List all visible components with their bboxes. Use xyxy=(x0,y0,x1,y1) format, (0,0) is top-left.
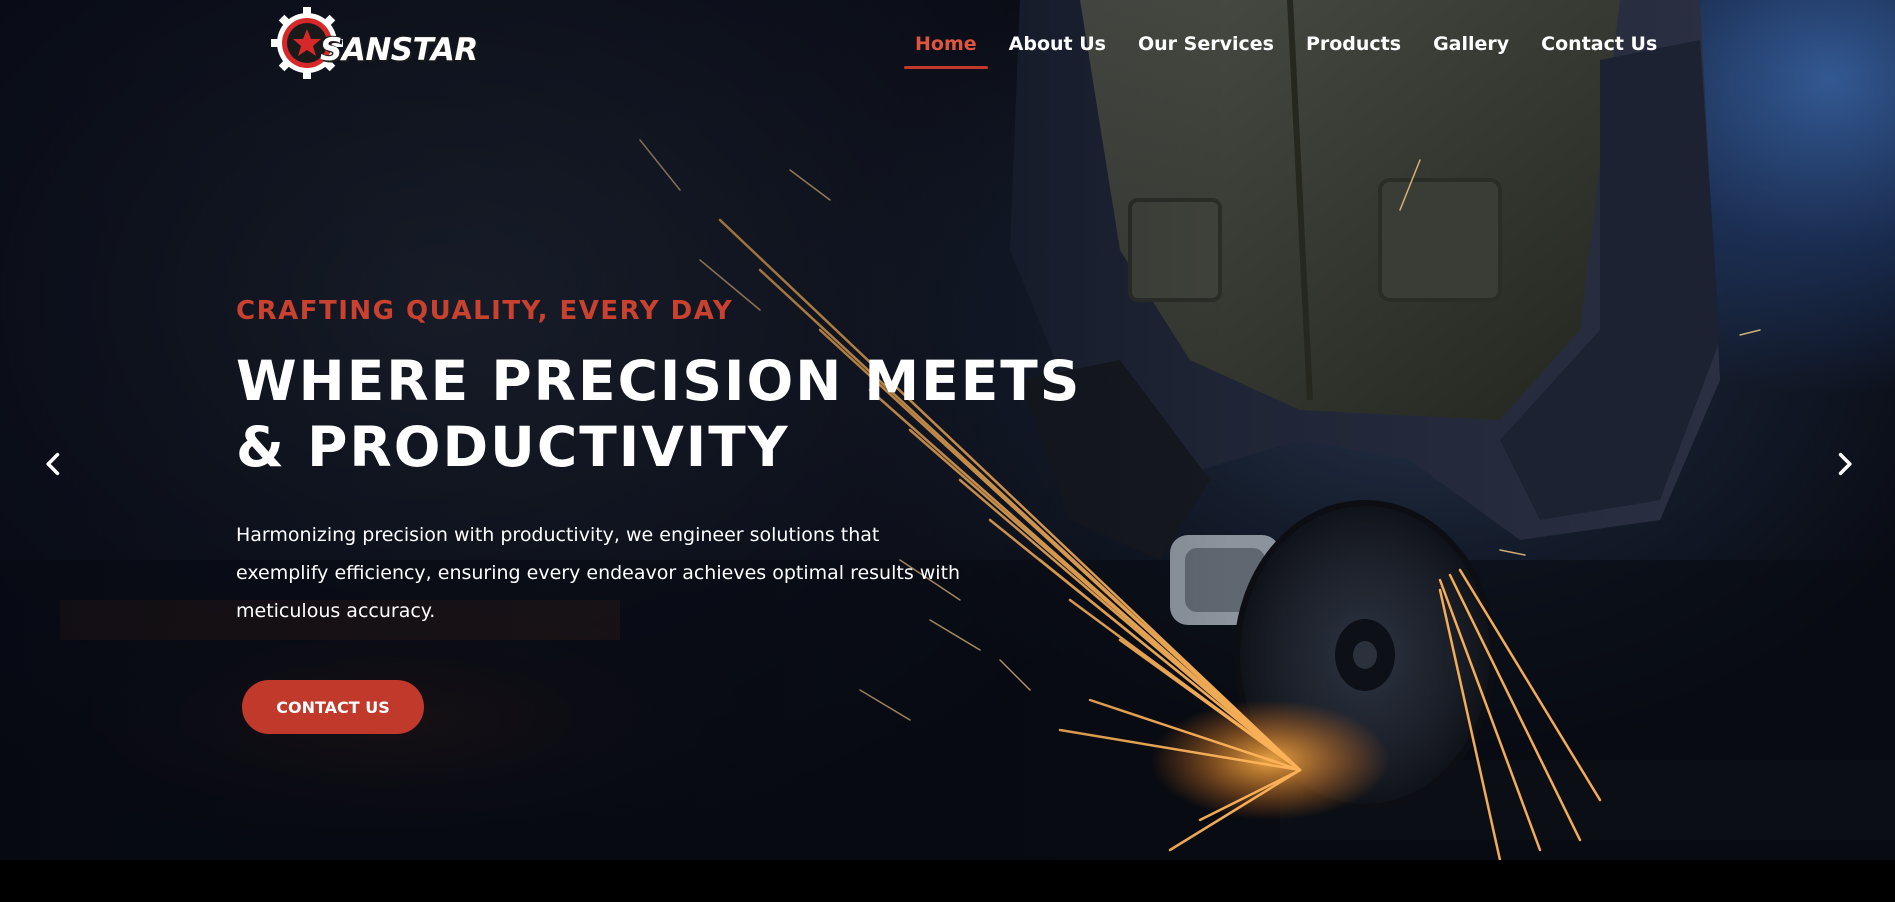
slider-prev-button[interactable] xyxy=(34,444,74,484)
hero-headline-line-1: WHERE PRECISION MEETS xyxy=(236,349,1082,413)
hero-eyebrow: CRAFTING QUALITY, EVERY DAY xyxy=(236,296,734,326)
nav-item-home[interactable]: Home xyxy=(904,30,988,69)
brand-logo[interactable]: SANSTAR xyxy=(270,4,490,82)
hero-description: Harmonizing precision with productivity,… xyxy=(236,524,961,622)
hero-headline-line-2: & PRODUCTIVITY xyxy=(236,415,790,479)
nav-item-about-us[interactable]: About Us xyxy=(998,30,1117,67)
chevron-left-icon xyxy=(46,452,60,476)
hero-headline: WHERE PRECISION MEETS & PRODUCTIVITY xyxy=(236,348,1082,480)
main-nav: Home About Us Our Services Products Gall… xyxy=(904,30,1678,69)
brand-name: SANSTAR xyxy=(320,31,478,68)
hero-slider: SANSTAR Home About Us Our Services Produ… xyxy=(0,0,1895,860)
nav-item-gallery[interactable]: Gallery xyxy=(1422,30,1520,67)
page: SANSTAR Home About Us Our Services Produ… xyxy=(0,0,1895,902)
nav-item-our-services[interactable]: Our Services xyxy=(1127,30,1285,67)
contact-us-button[interactable]: CONTACT US xyxy=(242,680,424,734)
section-divider xyxy=(0,860,1895,902)
nav-item-products[interactable]: Products xyxy=(1295,30,1412,67)
nav-item-contact-us[interactable]: Contact Us xyxy=(1530,30,1668,67)
slider-next-button[interactable] xyxy=(1824,444,1864,484)
chevron-right-icon xyxy=(1838,452,1852,476)
